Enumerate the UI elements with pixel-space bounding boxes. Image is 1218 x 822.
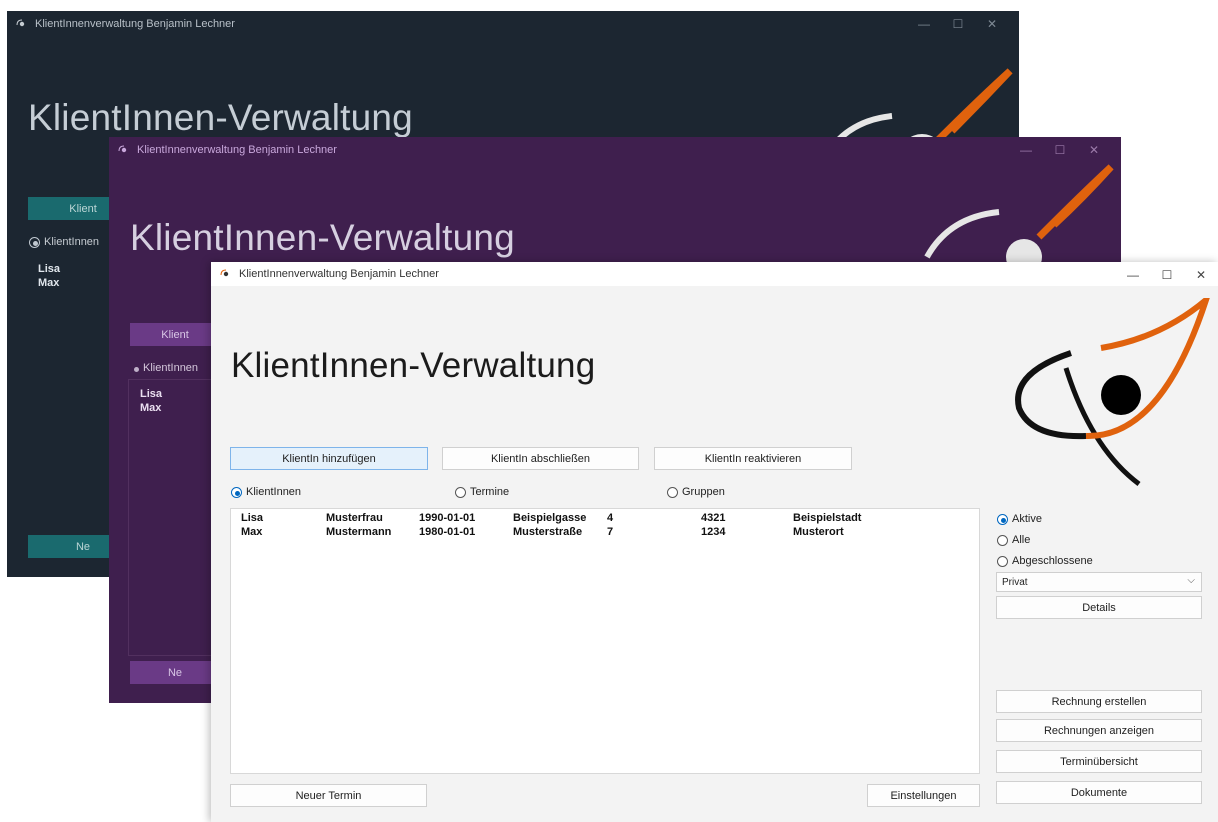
radio-icon [455,486,466,498]
list-item[interactable]: Lisa [38,263,118,277]
close-button[interactable]: ✕ [1077,143,1111,157]
app-icon [16,19,25,27]
insurance-select[interactable]: Privat ⌵ [996,572,1202,592]
radio-icon [667,486,678,498]
add-client-button[interactable]: Klient [130,323,220,346]
radio-label: Gruppen [682,486,725,498]
logo-icon [924,164,1114,267]
title-bar: KlientInnenverwaltung Benjamin Lechner [211,262,1218,286]
cell-birthdate: 1990-01-01 [419,512,476,524]
close-button[interactable]: ✕ [1184,268,1218,282]
window-light-theme: KlientInnenverwaltung Benjamin Lechner —… [211,262,1218,822]
close-client-button[interactable]: KlientIn abschließen [442,447,639,470]
cell-zip: 4321 [701,512,726,524]
radio-icon [997,534,1008,546]
new-appointment-button[interactable]: Ne [130,661,220,684]
radio-filter-closed[interactable]: Abgeschlossene [997,555,1093,567]
list-item[interactable]: Max [38,277,118,291]
minimize-button[interactable]: — [1009,143,1043,157]
cell-birthdate: 1980-01-01 [419,526,476,538]
radio-filter-all[interactable]: Alle [997,534,1030,546]
cell-city: Musterort [793,526,844,538]
radio-clients[interactable]: KlientInnen [29,236,99,248]
radio-label: Termine [470,486,510,498]
title-bar: KlientInnenverwaltung Benjamin Lechner [7,11,1019,37]
app-title: KlientInnen-Verwaltung [231,346,596,385]
table-row[interactable]: Max Mustermann 1980-01-01 Musterstraße 7… [231,526,979,540]
app-title: KlientInnen-Verwaltung [130,217,515,258]
client-list[interactable] [128,379,218,656]
radio-selected-icon [131,364,139,372]
logo-icon [1015,298,1210,486]
window-controls: — ☐ ✕ [1116,262,1218,288]
window-title: KlientInnenverwaltung Benjamin Lechner [35,18,235,30]
documents-button[interactable]: Dokumente [996,781,1202,804]
radio-clients[interactable]: KlientInnen [131,362,198,374]
close-button[interactable]: ✕ [975,17,1009,31]
window-title: KlientInnenverwaltung Benjamin Lechner [239,268,439,280]
table-row[interactable]: Lisa Musterfrau 1990-01-01 Beispielgasse… [231,512,979,526]
app-title: KlientInnen-Verwaltung [28,97,413,138]
radio-label: Alle [1012,534,1031,546]
select-value: Privat [1002,576,1028,588]
minimize-button[interactable]: — [1116,268,1150,282]
cell-house-number: 4 [607,512,614,524]
list-item[interactable]: Lisa [140,388,210,402]
new-appointment-button[interactable]: Neuer Termin [230,784,427,807]
cell-street: Beispielgasse [513,512,587,524]
radio-selected-icon [29,236,40,248]
cell-last-name: Musterfrau [326,512,383,524]
radio-selected-icon [997,513,1008,525]
chevron-down-icon: ⌵ [1187,575,1195,586]
maximize-button[interactable]: ☐ [1150,268,1184,282]
window-controls: — ☐ ✕ [907,11,1009,37]
radio-selected-icon [231,486,242,498]
settings-button[interactable]: Einstellungen [867,784,980,807]
radio-label: Abgeschlossene [1012,555,1093,567]
radio-appointments[interactable]: Termine [455,486,509,498]
list-item[interactable]: Max [140,402,210,416]
radio-label: KlientInnen [143,362,199,374]
cell-zip: 1234 [701,526,726,538]
appointment-overview-button[interactable]: Terminübersicht [996,750,1202,773]
cell-first-name: Lisa [241,512,264,524]
details-button[interactable]: Details [996,596,1202,619]
window-title: KlientInnenverwaltung Benjamin Lechner [137,144,337,156]
radio-clients[interactable]: KlientInnen [231,486,301,498]
cell-house-number: 7 [607,526,614,538]
maximize-button[interactable]: ☐ [1043,143,1077,157]
radio-label: KlientInnen [246,486,302,498]
add-client-button[interactable]: KlientIn hinzufügen [230,447,428,470]
radio-icon [997,555,1008,567]
cell-city: Beispielstadt [793,512,862,524]
cell-first-name: Max [241,526,263,538]
cell-street: Musterstraße [513,526,583,538]
app-icon [220,269,229,277]
app-icon [118,145,127,153]
client-list[interactable]: Lisa Musterfrau 1990-01-01 Beispielgasse… [230,508,980,774]
maximize-button[interactable]: ☐ [941,17,975,31]
show-invoices-button[interactable]: Rechnungen anzeigen [996,719,1202,742]
radio-label: Aktive [1012,513,1042,525]
minimize-button[interactable]: — [907,17,941,31]
reactivate-client-button[interactable]: KlientIn reaktivieren [654,447,852,470]
create-invoice-button[interactable]: Rechnung erstellen [996,690,1202,713]
radio-label: KlientInnen [44,236,100,248]
radio-filter-active[interactable]: Aktive [997,513,1042,525]
cell-last-name: Mustermann [326,526,392,538]
radio-groups[interactable]: Gruppen [667,486,725,498]
